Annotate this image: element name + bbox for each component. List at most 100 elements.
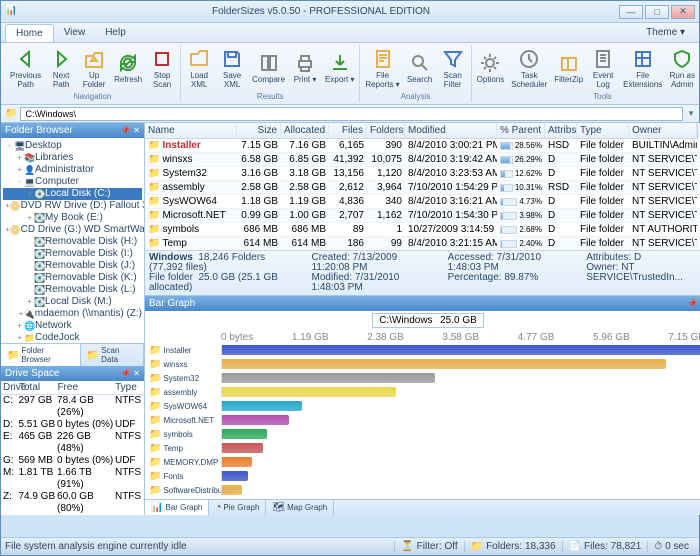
bar-chart[interactable]: 0 bytes1.19 GB2.38 GB3.58 GB4.77 GB5.96 … xyxy=(145,330,700,499)
column-header[interactable]: Folders xyxy=(367,123,405,138)
tree-node[interactable]: -🖥 Desktop xyxy=(3,140,142,152)
tree-node[interactable]: +📀 DVD RW Drive (D:) Fallout 3 xyxy=(3,200,142,212)
column-header[interactable]: % Parent xyxy=(497,123,545,138)
menu-tab-home[interactable]: Home xyxy=(5,24,54,42)
bar-row[interactable]: 📁symbols xyxy=(149,427,700,441)
table-row[interactable]: 📁Microsoft.NET0.99 GB1.00 GB2,7071,1627/… xyxy=(145,209,700,223)
folder-icon: 📁 xyxy=(5,108,17,119)
tab-bar-graph[interactable]: 📊Bar Graph xyxy=(145,500,209,515)
panel-close-icon[interactable]: ✕ xyxy=(133,126,140,135)
tree-node[interactable]: 💽 Removable Disk (K:) xyxy=(3,272,142,284)
tree-node[interactable]: +📚 Libraries xyxy=(3,152,142,164)
tree-node[interactable]: 💽 Removable Disk (L:) xyxy=(3,284,142,296)
table-row[interactable]: 📁winsxs6.58 GB6.85 GB41,39210,0758/4/201… xyxy=(145,153,700,167)
panel-close-icon[interactable]: ✕ xyxy=(133,369,140,378)
menu-tab-view[interactable]: View xyxy=(54,24,96,42)
status-files: 📄Files: 78,821 xyxy=(562,541,648,552)
bar-row[interactable]: 📁SysWOW64 xyxy=(149,399,700,413)
column-header[interactable]: Owner xyxy=(629,123,697,138)
address-dropdown-icon[interactable]: ▼ xyxy=(687,109,695,118)
address-input[interactable] xyxy=(20,107,683,121)
tree-node[interactable]: +👤 Administrator xyxy=(3,164,142,176)
column-header[interactable]: Files xyxy=(329,123,367,138)
theme-dropdown[interactable]: Theme ▾ xyxy=(636,24,695,41)
run-as-admin-button[interactable]: Run as Admin xyxy=(666,45,698,91)
table-row[interactable]: 📁System323.16 GB3.18 GB13,1561,1208/4/20… xyxy=(145,167,700,181)
bar-row[interactable]: 📁Installer xyxy=(149,343,700,357)
drive-row[interactable]: M:1.81 TB1.66 TB (91%)NTFS xyxy=(1,467,144,491)
tab-folder-browser[interactable]: 📁Folder Browser xyxy=(1,344,81,366)
drive-row[interactable]: G:569 MB0 bytes (0%)UDF xyxy=(1,455,144,467)
status-filter[interactable]: ⏳Filter: Off xyxy=(394,541,463,552)
file-reports-button[interactable]: File Reports ▾ xyxy=(362,45,402,91)
panel-pin-icon[interactable]: 📌 xyxy=(121,369,131,378)
maximize-button[interactable]: □ xyxy=(645,5,669,19)
stop-scan-button[interactable]: Stop Scan xyxy=(146,45,178,91)
tree-node[interactable]: +💽 My Book (E:) xyxy=(3,212,142,224)
column-header[interactable]: Modified xyxy=(405,123,497,138)
bar-row[interactable]: 📁System32 xyxy=(149,371,700,385)
file-extensions-button[interactable]: File Extensions xyxy=(620,45,665,91)
refresh-button[interactable]: Refresh xyxy=(111,45,145,91)
minimize-button[interactable]: — xyxy=(619,5,643,19)
bar-row[interactable]: 📁MEMORY.DMP xyxy=(149,455,700,469)
bar-row[interactable]: 📁SoftwareDistribution xyxy=(149,483,700,497)
drive-row[interactable]: C:297 GB78.4 GB (26%)NTFS xyxy=(1,395,144,419)
tree-node[interactable]: +📀 CD Drive (G:) WD SmartWare xyxy=(3,224,142,236)
tree-node[interactable]: 💽 Removable Disk (I:) xyxy=(3,248,142,260)
task-scheduler-button[interactable]: Task Scheduler xyxy=(508,45,550,91)
grid-header[interactable]: NameSizeAllocatedFilesFoldersModified% P… xyxy=(145,123,697,139)
tab-map-graph[interactable]: 🗺Map Graph xyxy=(266,500,334,515)
table-row[interactable]: 📁Temp614 MB614 MB186998/4/2010 3:21:15 A… xyxy=(145,237,700,250)
tab-scan-data[interactable]: 📁Scan Data xyxy=(81,344,144,366)
load-xml-button[interactable]: Load XML xyxy=(183,45,215,91)
tree-node[interactable]: 💽 Removable Disk (J:) xyxy=(3,260,142,272)
options-button[interactable]: Options xyxy=(474,45,508,91)
up-folder-button[interactable]: Up Folder xyxy=(78,45,110,91)
close-button[interactable]: ✕ xyxy=(671,5,695,19)
tree-node[interactable]: -💻 Computer xyxy=(3,176,142,188)
menu-tab-help[interactable]: Help xyxy=(95,24,136,42)
panel-pin-icon[interactable]: 📌 xyxy=(688,299,698,308)
folder-tree[interactable]: -🖥 Desktop+📚 Libraries+👤 Administrator-💻… xyxy=(1,138,144,343)
bar-row[interactable]: 📁Temp xyxy=(149,441,700,455)
table-row[interactable]: 📁Installer7.15 GB7.16 GB6,1653908/4/2010… xyxy=(145,139,700,153)
drive-row[interactable]: Z:74.9 GB60.0 GB (80%)NTFS xyxy=(1,491,144,515)
bar-row[interactable]: 📁winsxs xyxy=(149,357,700,371)
table-row[interactable]: 📁assembly2.58 GB2.58 GB2,6123,9647/10/20… xyxy=(145,181,700,195)
next-path-button[interactable]: Next Path xyxy=(45,45,77,91)
task-scheduler-icon xyxy=(518,48,540,70)
status-bar: File system analysis engine currently id… xyxy=(1,537,699,555)
tree-node[interactable]: +🌐 Network xyxy=(3,320,142,332)
tab-pie-graph[interactable]: ◔Pie Graph xyxy=(209,500,266,515)
tree-node[interactable]: +💽 Local Disk (M:) xyxy=(3,296,142,308)
save-xml-button[interactable]: Save XML xyxy=(216,45,248,91)
bar-row[interactable]: 📁Fonts xyxy=(149,469,700,483)
drive-row[interactable]: D:5.51 GB0 bytes (0%)UDF xyxy=(1,419,144,431)
export-button[interactable]: Export ▾ xyxy=(322,45,357,91)
column-header[interactable]: Name xyxy=(145,123,237,138)
compare-button[interactable]: Compare xyxy=(249,45,288,91)
event-log-button[interactable]: Event Log xyxy=(587,45,619,91)
column-header[interactable]: Size xyxy=(237,123,281,138)
print-button[interactable]: Print ▾ xyxy=(289,45,321,91)
bar-row[interactable]: 📁Microsoft.NET xyxy=(149,413,700,427)
search-button[interactable]: Search xyxy=(404,45,436,91)
tree-node[interactable]: 💽 Removable Disk (H:) xyxy=(3,236,142,248)
table-row[interactable]: 📁SysWOW641.18 GB1.19 GB4,8363408/4/2010 … xyxy=(145,195,700,209)
panel-pin-icon[interactable]: 📌 xyxy=(121,126,131,135)
column-header[interactable]: Attribs xyxy=(545,123,577,138)
tree-node[interactable]: +🔌 mdaemon (\\mantis) (Z:) xyxy=(3,308,142,320)
filterzip-button[interactable]: FilterZip xyxy=(551,45,586,91)
file-grid[interactable]: 📁Installer7.15 GB7.16 GB6,1653908/4/2010… xyxy=(145,139,700,250)
tree-node[interactable]: +📁 CodeJock xyxy=(3,332,142,343)
drive-row[interactable]: E:465 GB226 GB (48%)NTFS xyxy=(1,431,144,455)
clock-icon: ⏱ xyxy=(654,541,662,552)
column-header[interactable]: Type xyxy=(577,123,629,138)
bar-row[interactable]: 📁assembly xyxy=(149,385,700,399)
tree-node[interactable]: +💽 Local Disk (C:) xyxy=(3,188,142,200)
column-header[interactable]: Allocated xyxy=(281,123,329,138)
scan-filter-button[interactable]: Scan Filter xyxy=(437,45,469,91)
table-row[interactable]: 📁symbols686 MB686 MB89110/27/2009 3:14:5… xyxy=(145,223,700,237)
previous-path-button[interactable]: Previous Path xyxy=(7,45,44,91)
